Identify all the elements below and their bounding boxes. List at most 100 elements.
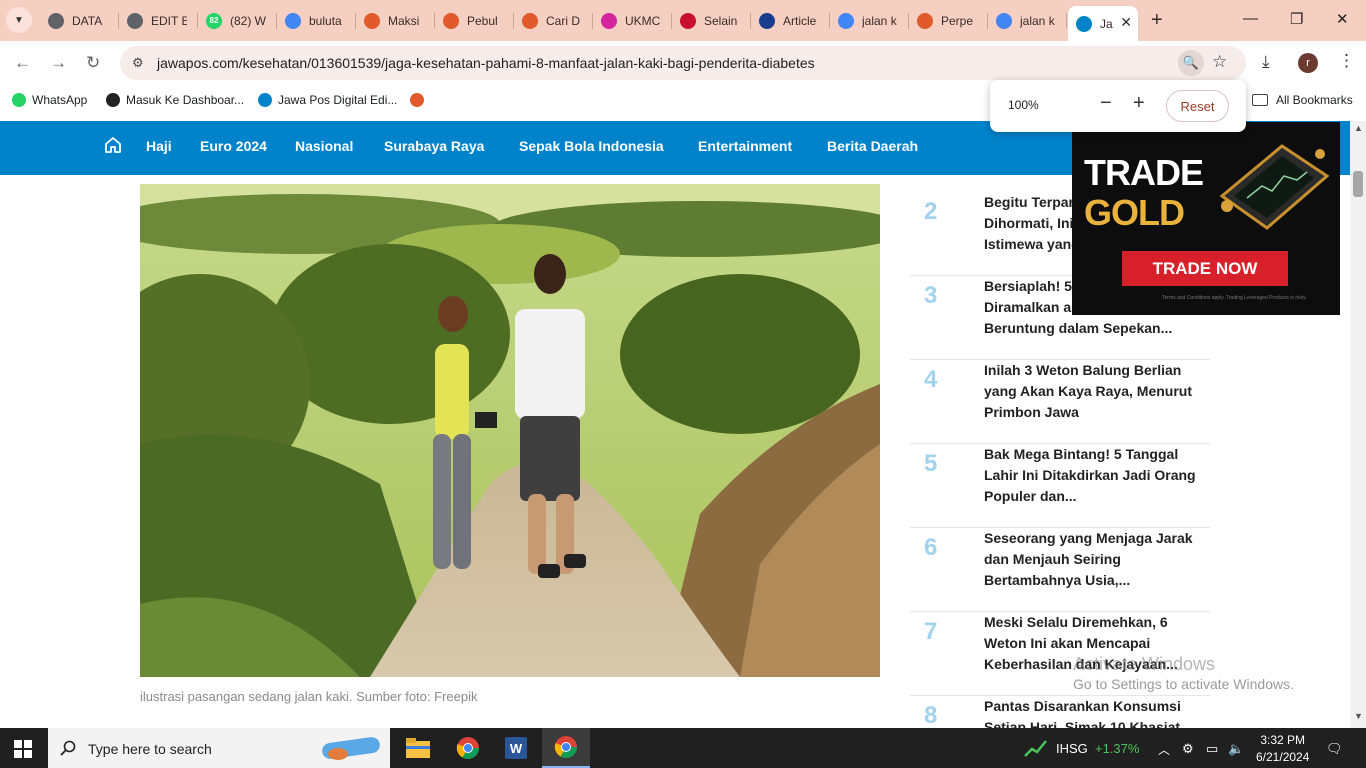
file-explorer-app[interactable] [394, 728, 442, 768]
network-settings-icon[interactable]: ⚙ [1182, 741, 1194, 757]
url-text[interactable]: jawapos.com/kesehatan/013601539/jaga-kes… [157, 55, 815, 71]
taskbar-clock[interactable]: 3:32 PM 6/21/2024 [1256, 732, 1309, 766]
browser-tab[interactable]: jalan k [830, 6, 909, 35]
zoom-out-button[interactable]: − [1100, 92, 1112, 115]
menu-more-icon[interactable]: ⋮ [1338, 51, 1355, 71]
nav-link[interactable]: Nasional [295, 138, 353, 154]
trending-title[interactable]: Inilah 3 Weton Balung Berlian yang Akan … [984, 360, 1200, 424]
scroll-up-icon[interactable]: ▲ [1354, 123, 1363, 133]
trending-rank: 4 [924, 366, 938, 393]
nav-link[interactable]: Berita Daerah [827, 138, 918, 154]
browser-tab[interactable]: Ja ✕ [1068, 6, 1138, 41]
tab-strip: ▼ DATA EDIT E 82 (82) W buluta Maksi Pebul Cari… [0, 0, 1366, 41]
chrome-icon [554, 736, 577, 758]
back-button[interactable]: ← [14, 53, 31, 73]
chrome-app-active[interactable] [542, 728, 590, 768]
ticker-change[interactable]: +1.37% [1095, 741, 1139, 756]
all-bookmarks-button[interactable]: All Bookmarks [1252, 93, 1353, 107]
ticker-name[interactable]: IHSG [1056, 741, 1088, 756]
browser-tab[interactable]: Pebul [435, 6, 514, 35]
profile-avatar[interactable]: r [1298, 53, 1318, 73]
windows-start-icon[interactable] [14, 740, 32, 758]
globe-icon [127, 12, 143, 29]
volume-icon[interactable]: 🔈 [1228, 741, 1244, 757]
trending-item[interactable]: 4 Inilah 3 Weton Balung Berlian yang Akan… [910, 360, 1210, 444]
close-window-button[interactable]: ✕ [1336, 10, 1349, 28]
bookmark-star-icon[interactable]: ☆ [1212, 52, 1227, 72]
bookmark-item[interactable]: Masuk Ke Dashboar... [106, 93, 244, 107]
tab-search-button[interactable]: ▼ [6, 7, 32, 33]
nav-link[interactable]: Surabaya Raya [384, 138, 484, 154]
nav-link[interactable]: Sepak Bola Indonesia [519, 138, 664, 154]
address-bar[interactable]: ⚙ jawapos.com/kesehatan/013601539/jaga-k… [120, 46, 1246, 80]
minimize-button[interactable]: — [1243, 10, 1258, 27]
scroll-down-icon[interactable]: ▼ [1354, 711, 1363, 721]
ad-banner[interactable]: TRADE GOLD TRADE NOW Terms and Condition… [1072, 122, 1340, 315]
restore-button[interactable]: ❐ [1290, 10, 1303, 28]
word-app[interactable]: W [492, 728, 540, 768]
close-tab-icon[interactable]: ✕ [1120, 14, 1132, 31]
google-icon [996, 12, 1012, 29]
all-bookmarks-label: All Bookmarks [1276, 93, 1353, 107]
trending-title[interactable]: Bak Mega Bintang! 5 Tanggal Lahir Ini Di… [984, 444, 1200, 508]
forward-button[interactable]: → [50, 53, 67, 73]
browser-tab[interactable]: Maksi [356, 6, 435, 35]
scroll-thumb[interactable] [1353, 171, 1363, 197]
article-icon [759, 12, 775, 29]
browser-tab[interactable]: buluta [277, 6, 356, 35]
tray-chevron-up-icon[interactable]: ︿ [1158, 741, 1170, 758]
trending-rank: 2 [924, 198, 938, 225]
site-info-icon[interactable]: ⚙ [132, 55, 144, 71]
nav-link[interactable]: Entertainment [698, 138, 792, 154]
ad-headline-1: TRADE [1084, 152, 1204, 193]
jawapos-icon [364, 12, 380, 29]
bookmark-item[interactable]: WhatsApp [12, 93, 87, 107]
network-icon[interactable]: ▭ [1206, 741, 1218, 757]
browser-tab[interactable]: Cari D [514, 6, 593, 35]
bookmark-item[interactable]: Jawa Pos Digital Edi... [258, 93, 397, 107]
zoom-icon[interactable]: 🔍 [1178, 50, 1204, 76]
ad-trade-now-button[interactable]: TRADE NOW [1122, 251, 1288, 286]
zoom-popup: 100% − + Reset [990, 80, 1246, 132]
taskbar-search[interactable]: Type here to search [48, 728, 390, 768]
stock-chart-icon [1024, 740, 1047, 757]
trending-title[interactable]: Seseorang yang Menjaga Jarak dan Menjauh… [984, 528, 1200, 592]
notification-icon[interactable]: 🗨 [1326, 741, 1343, 757]
browser-tab[interactable]: Selain [672, 6, 751, 35]
browser-tab[interactable]: UKMC [593, 6, 672, 35]
chrome-app[interactable] [444, 728, 492, 768]
browser-tab[interactable]: 82 (82) W [198, 6, 277, 35]
zoom-in-button[interactable]: + [1133, 92, 1145, 115]
zoom-value: 100% [1008, 98, 1039, 112]
nav-link[interactable]: Euro 2024 [200, 138, 267, 154]
home-icon[interactable] [104, 136, 122, 154]
article-hero-image [140, 184, 880, 677]
tab-title: buluta [309, 13, 342, 28]
trending-item[interactable]: 6 Seseorang yang Menjaga Jarak dan Menjau… [910, 528, 1210, 612]
page-scrollbar[interactable]: ▲ ▼ [1350, 121, 1366, 728]
browser-tab[interactable]: jalan k [988, 6, 1067, 35]
svg-text:W: W [510, 741, 523, 756]
word-icon: W [505, 737, 527, 759]
download-icon[interactable]: ⤓ [1262, 52, 1270, 72]
browser-tab[interactable]: Article [751, 6, 830, 35]
browser-tab[interactable]: DATA [40, 6, 119, 35]
nav-link[interactable]: Haji [146, 138, 172, 154]
windows-taskbar: Type here to search W IHSG +1.37% ︿ ⚙ ▭ … [0, 728, 1366, 768]
tab-title: EDIT E [151, 13, 187, 28]
browser-tab[interactable]: Perpe [909, 6, 988, 35]
zoom-reset-button[interactable]: Reset [1166, 90, 1229, 122]
reload-button[interactable]: ↻ [86, 53, 100, 73]
new-tab-button[interactable]: + [1151, 9, 1163, 32]
browser-toolbar: ← → ↻ ⚙ jawapos.com/kesehatan/013601539/… [0, 41, 1366, 85]
trending-item[interactable]: 5 Bak Mega Bintang! 5 Tanggal Lahir Ini D… [910, 444, 1210, 528]
tab-title: Cari D [546, 13, 581, 28]
browser-tab[interactable]: EDIT E [119, 6, 198, 35]
chevron-down-icon: ▼ [14, 14, 24, 26]
whatsapp-icon [12, 93, 26, 107]
tab-title: jalan k [1020, 13, 1055, 28]
ad-fine-print: Terms and Conditions apply. Trading Leve… [1162, 295, 1307, 301]
google-icon [285, 12, 301, 29]
tab-title: Ja [1100, 16, 1113, 31]
bookmark-item[interactable] [410, 93, 430, 107]
